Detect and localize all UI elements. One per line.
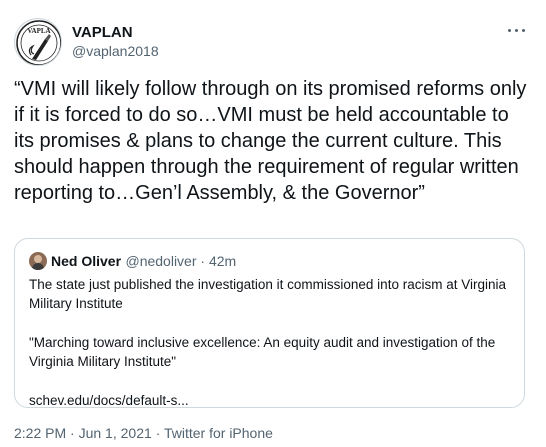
tweet-date-link[interactable]: Jun 1, 2021 [79,425,152,441]
tweet-card: VAPLA VAPLAN @vaplan2018 “VMI will likel… [0,0,546,447]
more-horizontal-icon-dot [522,29,525,32]
quoted-tweet-header: Ned Oliver @nedoliver · 42m [29,252,236,270]
quoted-link[interactable]: schev.edu/docs/default-s... [29,391,519,410]
more-horizontal-icon-dot [515,29,518,32]
quoted-author-handle: @nedoliver [125,253,197,269]
author-display-name[interactable]: VAPLAN [72,23,159,42]
author-avatar[interactable]: VAPLA [14,18,62,66]
tweet-header: VAPLA VAPLAN @vaplan2018 [14,18,534,66]
author-handle[interactable]: @vaplan2018 [72,42,159,61]
more-options-button[interactable] [508,24,528,36]
footer-separator: · [66,425,79,441]
author-names: VAPLAN @vaplan2018 [72,23,159,61]
vaplan-pen-logo-icon: VAPLA [16,20,61,65]
quoted-separator: · [196,253,209,269]
quoted-paragraph-1: The state just published the investigati… [29,277,506,311]
quoted-tweet-text: The state just published the investigati… [29,275,519,410]
tweet-source-link[interactable]: Twitter for iPhone [164,425,273,441]
footer-separator: · [151,425,164,441]
tweet-footer: 2:22 PM · Jun 1, 2021 · Twitter for iPho… [14,424,273,442]
quoted-paragraph-2: "Marching toward inclusive excellence: A… [29,335,496,369]
quoted-time: 42m [208,253,237,269]
quoted-tweet[interactable]: Ned Oliver @nedoliver · 42m The state ju… [14,238,525,408]
quoted-author-avatar [29,252,47,270]
more-horizontal-icon [508,29,511,32]
tweet-time-link[interactable]: 2:22 PM [14,425,66,441]
avatar-logo-text: VAPLA [27,27,50,35]
tweet-text: “VMI will likely follow through on its p… [14,78,532,204]
quoted-author-name: Ned Oliver [51,253,122,269]
